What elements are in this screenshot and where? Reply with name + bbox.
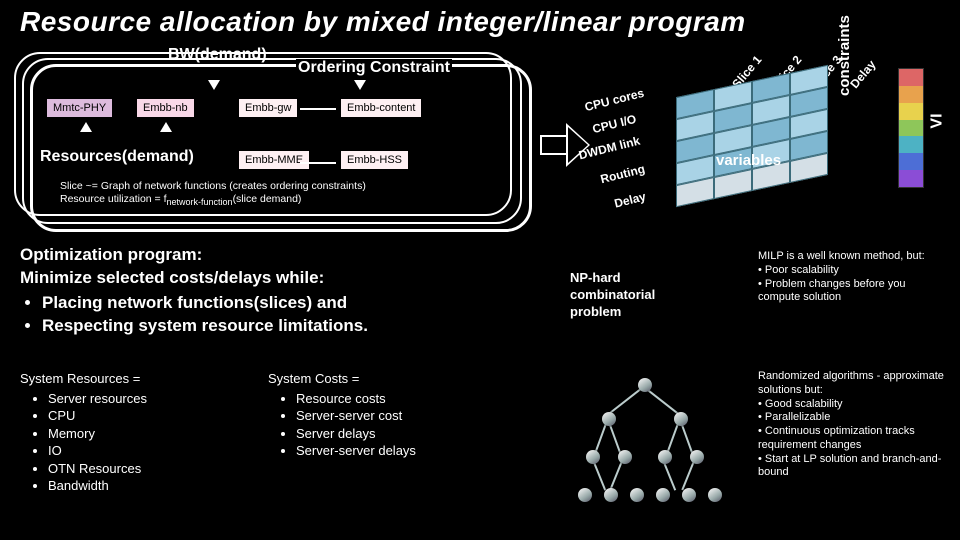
arrow-right-icon: [300, 162, 336, 164]
rand-bullet: • Continuous optimization tracks require…: [758, 425, 950, 453]
rand-bullet: • Good scalability: [758, 398, 950, 412]
syscost-item: Server-server cost: [296, 407, 508, 425]
sysres-item: Bandwidth: [48, 477, 260, 495]
row-delay: Delay: [613, 189, 647, 210]
np-hard-label: NP-hard combinatorial problem: [570, 270, 655, 321]
graph-icon: [572, 370, 732, 510]
note-line2b: (slice demand): [233, 193, 302, 205]
sysres-item: CPU: [48, 407, 260, 425]
row-routing: Routing: [599, 162, 646, 187]
randomized-note: Randomized algorithms - approximate solu…: [758, 370, 950, 480]
rand-bullet: • Start at LP solution and branch-and-bo…: [758, 453, 950, 481]
ordering-constraint-label: Ordering Constraint: [296, 59, 452, 77]
constraints-label: constraints: [836, 15, 853, 96]
arrow-right-icon: [300, 108, 336, 110]
nphard-l1: NP-hard: [570, 270, 621, 285]
sysres-item: IO: [48, 442, 260, 460]
node-embb-content: Embb-content: [340, 98, 422, 118]
sysres-item: OTN Resources: [48, 460, 260, 478]
syscost-item: Server-server delays: [296, 442, 508, 460]
milp-bullet: • Poor scalability: [758, 264, 948, 278]
node-embb-hss: Embb-HSS: [340, 150, 409, 170]
resources-demand-label: Resources(demand): [40, 148, 194, 166]
nphard-l3: problem: [570, 304, 621, 319]
row-cpu-io: CPU I/O: [591, 112, 638, 136]
matrix-3d: Slice 1 Slice 2 Slice 3 Delay CPU cores …: [592, 55, 872, 235]
bw-demand-label: BW(demand): [168, 46, 267, 64]
sysres-item: Server resources: [48, 390, 260, 408]
opt-line1: Optimization program:: [20, 244, 528, 267]
milp-note: MILP is a well known method, but: • Poor…: [758, 250, 948, 305]
syscost-item: Resource costs: [296, 390, 508, 408]
color-legend: [898, 68, 924, 188]
rand-bullet: • Parallelizable: [758, 411, 950, 425]
variables-label: variables: [716, 152, 781, 169]
nphard-l2: combinatorial: [570, 287, 655, 302]
note-line1: Slice ~= Graph of network functions (cre…: [60, 180, 366, 192]
opt-bullet-1: Placing network functions(slices) and: [42, 292, 528, 315]
sysres-item: Memory: [48, 425, 260, 443]
arrow-down-icon: [208, 80, 220, 90]
system-costs: System Costs = Resource costs Server-ser…: [268, 370, 508, 460]
node-embb-nb: Embb-nb: [136, 98, 195, 118]
vi-label: VI: [929, 113, 947, 128]
page-title: Resource allocation by mixed integer/lin…: [20, 6, 746, 38]
note-subscript: network-function: [167, 197, 233, 207]
syscost-title: System Costs =: [268, 370, 508, 388]
milp-bullet: • Problem changes before you compute sol…: [758, 278, 948, 306]
note-line2a: Resource utilization = f: [60, 193, 167, 205]
row-cpu-cores: CPU cores: [583, 86, 645, 114]
node-embb-gw: Embb-gw: [238, 98, 298, 118]
syscost-item: Server delays: [296, 425, 508, 443]
milp-line1: MILP is a well known method, but:: [758, 250, 948, 264]
arrow-up-icon: [160, 122, 172, 132]
opt-bullet-2: Respecting system resource limitations.: [42, 315, 528, 338]
rand-line1: Randomized algorithms - approximate solu…: [758, 370, 950, 398]
matrix-cells: [676, 65, 828, 207]
slide: Resource allocation by mixed integer/lin…: [0, 0, 960, 540]
arrow-up-icon: [80, 122, 92, 132]
system-resources: System Resources = Server resources CPU …: [20, 370, 260, 495]
arrow-down-icon: [354, 80, 366, 90]
sysres-title: System Resources =: [20, 370, 260, 388]
panel-footnote: Slice ~= Graph of network functions (cre…: [60, 180, 366, 208]
node-embb-mme: Embb-MME: [238, 150, 310, 170]
optimization-block: Optimization program: Minimize selected …: [20, 244, 528, 338]
node-mmtc-phy: Mmtc-PHY: [46, 98, 113, 118]
opt-line2: Minimize selected costs/delays while:: [20, 267, 528, 290]
